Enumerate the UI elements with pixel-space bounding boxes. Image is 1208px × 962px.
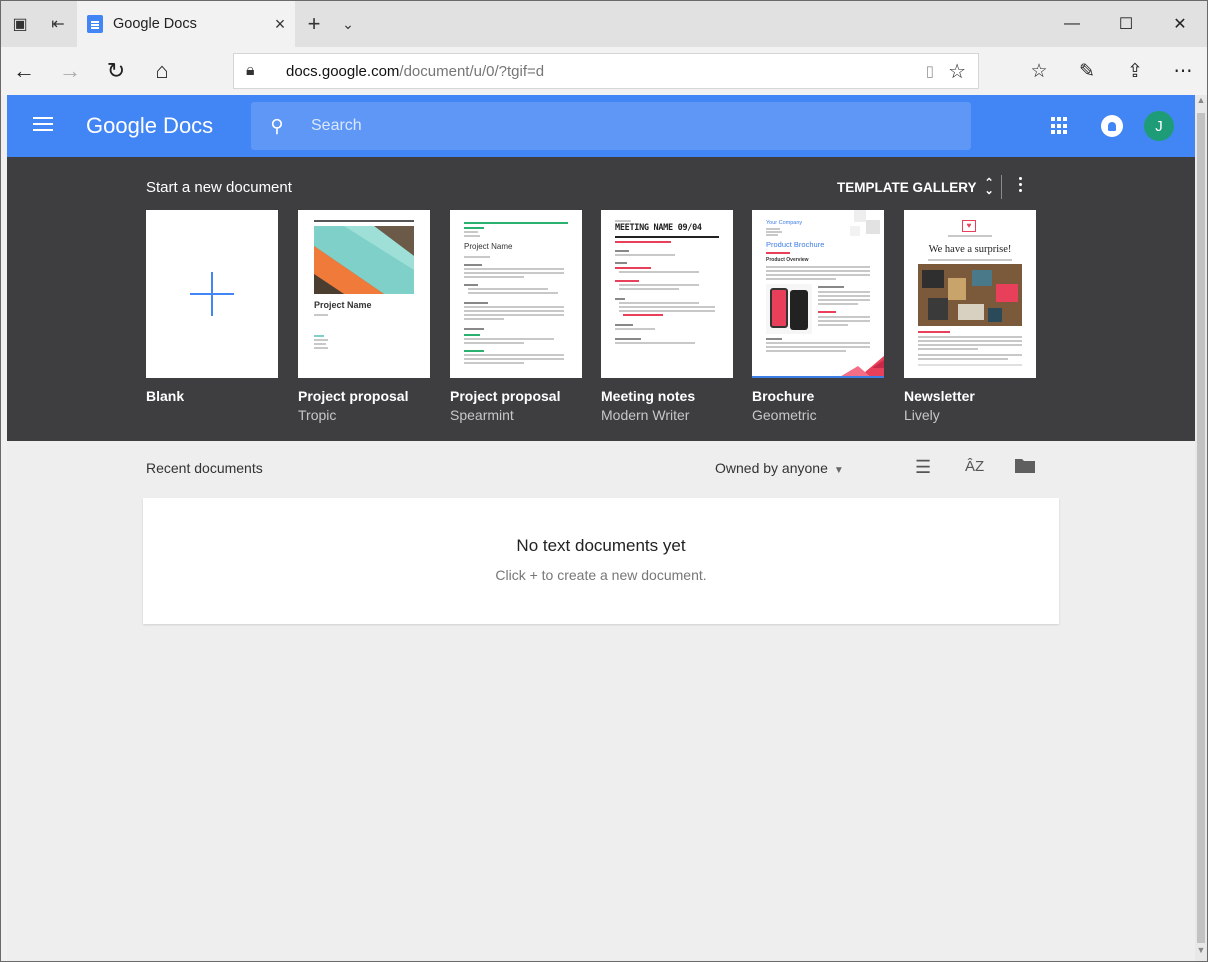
template-card-spearmint[interactable]: Project Name	[450, 210, 582, 378]
vertical-scrollbar[interactable]: ▲ ▼	[1195, 95, 1207, 961]
scroll-down-icon[interactable]: ▼	[1195, 945, 1207, 959]
more-options-icon[interactable]: ⋯	[1159, 47, 1207, 95]
template-card-modern-writer[interactable]: MEETING NAME 09/04	[601, 210, 733, 378]
template-subtitle: Spearmint	[450, 407, 514, 423]
lock-icon: 🔒︎	[246, 62, 255, 79]
template-card-tropic[interactable]: Project Name	[298, 210, 430, 378]
thumb-graphic	[314, 226, 414, 294]
template-subtitle: Lively	[904, 407, 940, 423]
address-bar[interactable]: 🔒︎ docs.google.com/document/u/0/?tgif=d …	[233, 53, 979, 89]
template-name: Brochure	[752, 388, 815, 404]
template-subtitle: Tropic	[298, 407, 337, 423]
scrollbar-thumb[interactable]	[1197, 113, 1205, 943]
template-heading: Start a new document	[146, 179, 292, 196]
thumb-title: MEETING NAME 09/04	[615, 223, 702, 233]
owner-filter-dropdown[interactable]: Owned by anyone ▼	[715, 460, 844, 476]
template-name: Newsletter	[904, 388, 975, 404]
empty-state-card: No text documents yet Click + to create …	[143, 498, 1059, 624]
thumb-title: Product Brochure	[766, 240, 825, 249]
close-window-button[interactable]: ✕	[1153, 1, 1207, 47]
thumb-title: Project Name	[464, 242, 513, 251]
template-card-lively[interactable]: ♥ We have a surprise!	[904, 210, 1036, 378]
maximize-button[interactable]: ☐	[1099, 1, 1153, 47]
browser-window: ▣ ⇤ Google Docs × + ⌄ — ☐ ✕ ← → ↻ ⌂ 🔒︎ d…	[0, 0, 1208, 962]
main-menu-icon[interactable]	[33, 117, 53, 133]
back-button[interactable]: ←	[1, 47, 47, 95]
template-name: Project proposal	[298, 388, 409, 404]
dropdown-caret-icon: ▼	[833, 465, 844, 476]
empty-state-title: No text documents yet	[516, 536, 686, 555]
favorite-star-icon[interactable]: ☆	[948, 59, 966, 84]
template-card-geometric[interactable]: Your Company Product Brochure Product Ov…	[752, 210, 884, 378]
heart-logo-icon: ♥	[962, 220, 976, 232]
empty-state-hint: Click + to create a new document.	[495, 567, 707, 583]
list-view-icon[interactable]: ☰	[915, 457, 931, 478]
tab-title: Google Docs	[113, 16, 197, 32]
template-name: Project proposal	[450, 388, 561, 404]
thumb-phone-image	[766, 284, 812, 334]
docs-header: Google Docs ⚲ Search J	[7, 95, 1195, 157]
search-box[interactable]: ⚲ Search	[251, 102, 971, 150]
thumb-title: We have a surprise!	[928, 244, 1012, 255]
tab-list-chevron-icon[interactable]: ⌄	[333, 1, 363, 47]
folder-icon[interactable]	[1015, 457, 1035, 478]
set-aside-tabs-icon[interactable]: ⇤	[39, 1, 77, 47]
title-bar: ▣ ⇤ Google Docs × + ⌄ — ☐ ✕	[1, 1, 1207, 47]
recent-documents-heading: Recent documents	[146, 460, 263, 476]
forward-button[interactable]: →	[47, 47, 93, 95]
new-tab-button[interactable]: +	[295, 1, 333, 47]
sort-az-icon[interactable]: ÂZ	[965, 458, 984, 475]
minimize-button[interactable]: —	[1045, 1, 1099, 47]
thumb-rule	[314, 220, 414, 222]
template-more-icon[interactable]	[1019, 177, 1023, 197]
navigation-bar: ← → ↻ ⌂ 🔒︎ docs.google.com/document/u/0/…	[1, 47, 1207, 95]
template-card-blank[interactable]	[146, 210, 278, 378]
template-subtitle: Modern Writer	[601, 407, 690, 423]
notifications-icon[interactable]	[1101, 115, 1123, 137]
docs-favicon-icon	[87, 15, 103, 33]
template-subtitle: Geometric	[752, 407, 817, 423]
template-name: Meeting notes	[601, 388, 696, 404]
plus-icon	[190, 272, 234, 316]
window-controls: — ☐ ✕	[1045, 1, 1207, 47]
url-text: docs.google.com/document/u/0/?tgif=d	[286, 62, 545, 80]
avatar[interactable]: J	[1144, 111, 1174, 141]
favorites-hub-icon[interactable]: ☆	[1015, 47, 1063, 95]
divider	[1001, 175, 1002, 199]
template-name: Blank	[146, 388, 185, 404]
browser-tab[interactable]: Google Docs ×	[77, 1, 295, 47]
search-icon: ⚲	[270, 115, 284, 136]
template-gallery-button[interactable]: TEMPLATE GALLERY ⌃ ⌄	[837, 177, 994, 197]
scroll-up-icon[interactable]: ▲	[1195, 95, 1207, 109]
web-note-icon[interactable]: ✎	[1063, 47, 1111, 95]
reading-view-icon[interactable]: ▯	[926, 62, 934, 80]
thumb-company: Your Company	[766, 220, 803, 226]
expand-collapse-icon: ⌃ ⌄	[984, 177, 994, 197]
page-content: Google Docs ⚲ Search J Start a new docum…	[7, 95, 1195, 961]
thumb-photo	[918, 264, 1022, 326]
app-logo[interactable]: Google Docs	[86, 113, 213, 139]
browser-toolbar: ☆ ✎ ⇪ ⋯	[1015, 47, 1207, 95]
thumb-section: Product Overview	[766, 257, 809, 263]
refresh-button[interactable]: ↻	[93, 47, 139, 95]
search-input[interactable]: Search	[311, 117, 362, 135]
tab-preview-icon[interactable]: ▣	[1, 1, 39, 47]
close-tab-icon[interactable]: ×	[265, 14, 295, 35]
apps-grid-icon[interactable]	[1051, 117, 1069, 135]
thumb-title: Project Name	[314, 300, 372, 310]
share-icon[interactable]: ⇪	[1111, 47, 1159, 95]
home-button[interactable]: ⌂	[139, 47, 185, 95]
template-section: Start a new document TEMPLATE GALLERY ⌃ ⌄…	[7, 157, 1195, 441]
